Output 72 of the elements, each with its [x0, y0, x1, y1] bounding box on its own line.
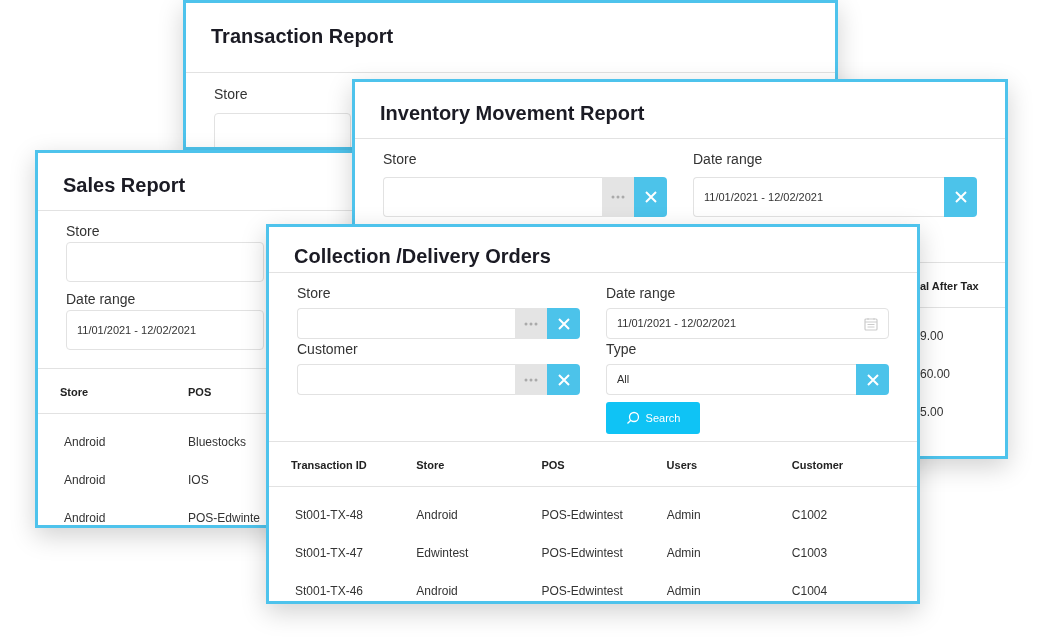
- input-field[interactable]: [66, 242, 264, 282]
- table-cell: Android: [416, 584, 458, 598]
- ellipsis-icon: [524, 377, 538, 382]
- table-cell: Android: [64, 473, 106, 487]
- field-label: Store: [66, 222, 100, 241]
- column-header: Transaction ID: [291, 459, 367, 471]
- table-cell: C1004: [791, 584, 828, 598]
- column-header: POS: [541, 459, 565, 471]
- field-label: Date range: [693, 150, 763, 169]
- table-cell: C1002: [791, 508, 828, 522]
- table-cell: St001-TX-47: [295, 546, 364, 560]
- table-cell: Edwintest: [416, 546, 469, 560]
- table-cell: St001-TX-46: [295, 584, 364, 598]
- search-icon: [625, 411, 640, 425]
- window-title: Transaction Report: [211, 24, 395, 49]
- column-header: Users: [666, 459, 698, 471]
- table-cell: Admin: [666, 584, 701, 598]
- lookup-field[interactable]: [297, 364, 515, 395]
- date-field[interactable]: 11/01/2021 - 12/02/2021: [606, 308, 889, 339]
- dropdown-field[interactable]: All: [606, 364, 856, 395]
- field-label: Date range: [606, 284, 676, 303]
- dropdown-field[interactable]: 11/01/2021 - 12/02/2021: [693, 177, 944, 217]
- window-title: Sales Report: [63, 173, 187, 198]
- column-header: Store: [416, 459, 445, 471]
- field-label: Date range: [66, 290, 136, 309]
- close-icon: [556, 372, 571, 387]
- input-field[interactable]: [214, 113, 351, 147]
- more-button[interactable]: [602, 177, 634, 217]
- clear-button[interactable]: [856, 364, 889, 395]
- table-cell: C1003: [791, 546, 828, 560]
- field-label: Store: [214, 85, 248, 104]
- input-field[interactable]: 11/01/2021 - 12/02/2021: [66, 310, 264, 350]
- close-icon: [953, 190, 968, 204]
- clear-button[interactable]: [634, 177, 667, 217]
- field-label: Type: [606, 340, 637, 359]
- table-cell: 5.00: [920, 405, 944, 419]
- table-cell: Android: [416, 508, 458, 522]
- ellipsis-icon: [524, 321, 538, 326]
- column-header: al After Tax: [920, 280, 979, 292]
- table-cell: IOS: [188, 473, 209, 487]
- lookup-field[interactable]: [383, 177, 602, 217]
- close-icon: [556, 316, 571, 331]
- table-cell: Admin: [666, 546, 701, 560]
- table-cell: Admin: [666, 508, 701, 522]
- window-title: Inventory Movement Report: [380, 101, 646, 126]
- table-cell: POS-Edwintest: [541, 546, 623, 560]
- column-header: Customer: [791, 459, 844, 471]
- more-button[interactable]: [515, 364, 547, 395]
- table-cell: Android: [64, 435, 106, 449]
- column-header: Store: [60, 386, 89, 398]
- column-header: POS: [188, 386, 212, 398]
- clear-button[interactable]: [547, 308, 580, 339]
- close-icon: [865, 372, 880, 387]
- table-cell: St001-TX-48: [295, 508, 364, 522]
- clear-button[interactable]: [944, 177, 977, 217]
- table-cell: POS-Edwintest: [541, 508, 623, 522]
- window-title: Collection /Delivery Orders: [294, 244, 552, 269]
- more-button[interactable]: [515, 308, 547, 339]
- table-cell: POS-Edwintest: [541, 584, 623, 598]
- field-label: Store: [383, 150, 417, 169]
- field-label: Customer: [297, 340, 358, 359]
- table-cell: Android: [64, 511, 106, 525]
- table-cell: 60.00: [920, 367, 951, 381]
- table-cell: Bluestocks: [188, 435, 247, 449]
- close-icon: [643, 190, 658, 204]
- calendar-icon: [864, 316, 878, 331]
- lookup-field[interactable]: [297, 308, 515, 339]
- ellipsis-icon: [611, 195, 625, 199]
- field-label: Store: [297, 284, 331, 303]
- table-cell: 9.00: [920, 329, 944, 343]
- clear-button[interactable]: [547, 364, 580, 395]
- table-cell: POS-Edwinte: [188, 511, 261, 525]
